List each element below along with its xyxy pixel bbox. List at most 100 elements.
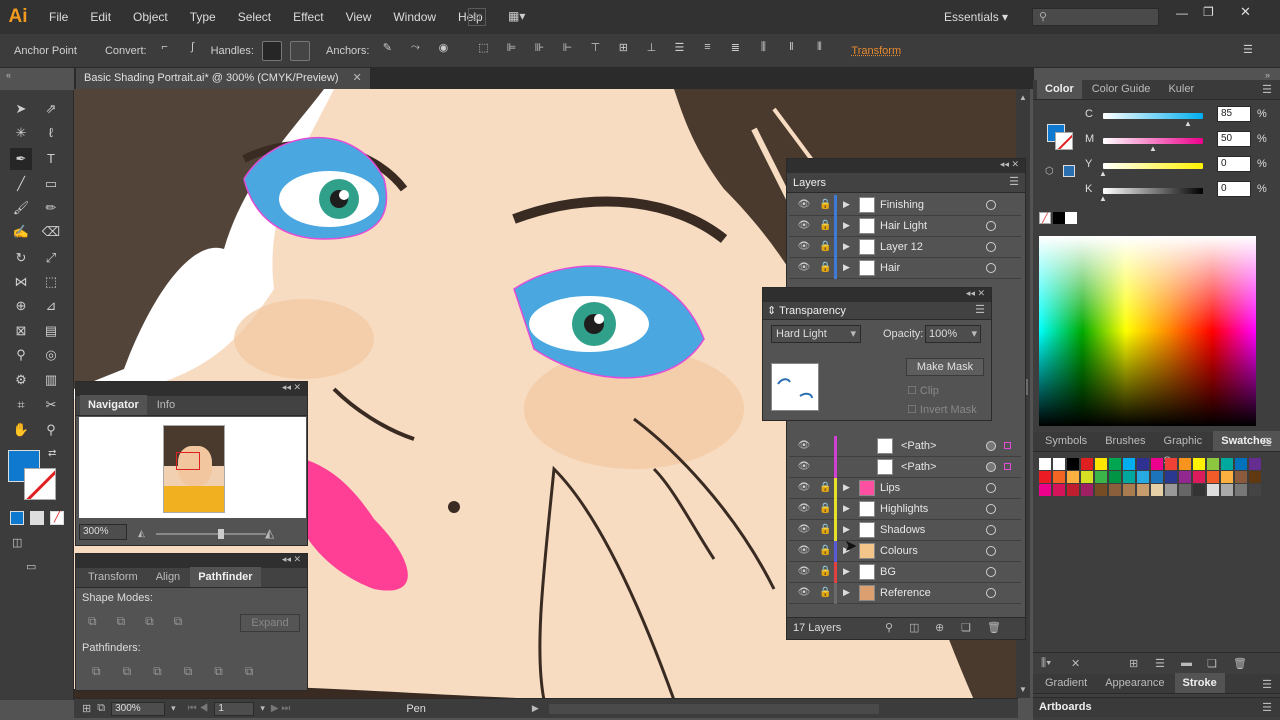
pathfinder-buttons[interactable]: ⧉⧉⧉⧉⧉⧉ [92, 664, 275, 679]
visibility-eye-icon[interactable]: 👁 [797, 240, 811, 254]
select-similar-icon[interactable]: ⬚ [473, 41, 493, 61]
layer-row[interactable]: 👁 🔒 ▶ Hair Light [789, 216, 1021, 237]
expand-layer-icon[interactable]: ▶ [843, 587, 850, 598]
close-window-button[interactable]: ✕ [1240, 4, 1251, 20]
swatch-kind-icon[interactable]: ✕ [1071, 657, 1080, 670]
cut-path-icon[interactable]: ◉ [433, 41, 453, 61]
layer-row[interactable]: 👁 🔒 ▶ Hair [789, 258, 1021, 279]
swatch[interactable] [1039, 458, 1051, 470]
swatch[interactable] [1109, 484, 1121, 496]
swatch[interactable] [1165, 471, 1177, 483]
selection-tool-icon[interactable]: ➤ [10, 98, 32, 120]
swatch[interactable] [1123, 484, 1135, 496]
visibility-eye-icon[interactable]: 👁 [797, 219, 811, 233]
artboards-menu-icon[interactable]: ☰ [1262, 701, 1272, 714]
direct-selection-tool-icon[interactable]: ⇗ [40, 98, 62, 120]
color-group-icon[interactable]: ☰ [1155, 657, 1165, 670]
layer-row[interactable]: 👁 🔒 ▶ Shadows [789, 520, 1021, 541]
canvas-horizontal-scrollbar[interactable] [548, 703, 879, 714]
align-hcenter-icon[interactable]: ⊪ [529, 41, 549, 61]
black-color-icon[interactable] [1053, 212, 1065, 224]
screen-mode-icon[interactable]: ▭ [26, 560, 36, 573]
clip-checkbox[interactable]: ☐ Clip [907, 384, 939, 397]
distribute-top-icon[interactable]: ☰ [669, 41, 689, 61]
swatch[interactable] [1039, 484, 1051, 496]
convert-smooth-icon[interactable]: ∫ [183, 41, 203, 61]
expand-layer-icon[interactable]: ▶ [843, 220, 850, 231]
blob-brush-tool-icon[interactable]: ✍ [10, 221, 32, 243]
hand-tool-icon[interactable]: ✋ [10, 419, 32, 441]
artboard-number-field[interactable]: 1 [214, 701, 255, 716]
expand-button[interactable]: Expand [240, 614, 300, 632]
menu-item-object[interactable]: Object [122, 0, 179, 34]
swatch[interactable] [1193, 471, 1205, 483]
transparency-menu-icon[interactable]: ☰ [975, 303, 985, 316]
swatch[interactable] [1207, 458, 1219, 470]
layer-target-icon[interactable] [986, 525, 996, 535]
menu-item-window[interactable]: Window [382, 0, 447, 34]
swatch[interactable] [1207, 484, 1219, 496]
stroke-swatch[interactable] [24, 468, 56, 500]
layer-target-icon[interactable] [986, 221, 996, 231]
menu-item-view[interactable]: View [335, 0, 383, 34]
swatch[interactable] [1207, 471, 1219, 483]
visibility-eye-icon[interactable]: 👁 [797, 261, 811, 275]
expand-layer-icon[interactable]: ▶ [843, 482, 850, 493]
swatch-libraries-icon[interactable]: ⫼▾ [1041, 657, 1051, 670]
selected-art-indicator[interactable] [1004, 463, 1011, 470]
navigator-tab-navigator[interactable]: Navigator [80, 395, 147, 415]
pathfinder-tab-transform[interactable]: Transform [80, 567, 146, 587]
visibility-eye-icon[interactable]: 👁 [797, 586, 811, 600]
color-panel-menu-icon[interactable]: ☰ [1262, 83, 1272, 96]
mesh-tool-icon[interactable]: ⊠ [10, 320, 32, 342]
layer-row[interactable]: 👁 🔒 ▶ Finishing [789, 195, 1021, 216]
out-of-gamut-icon[interactable]: ⬡ [1045, 166, 1054, 177]
paintbrush-tool-icon[interactable]: 🖌 [10, 197, 32, 219]
swatch[interactable] [1081, 471, 1093, 483]
zoom-out-icon[interactable]: ◭ [138, 528, 145, 539]
bottom-tab-appearance[interactable]: Appearance [1097, 673, 1172, 693]
none-color-icon[interactable]: ╱ [1039, 212, 1051, 224]
swatch[interactable] [1137, 484, 1149, 496]
layer-target-icon[interactable] [986, 546, 996, 556]
distribute-right-icon[interactable]: ⦀ [809, 41, 829, 61]
width-tool-icon[interactable]: ⋈ [10, 271, 32, 293]
swatch[interactable] [1053, 484, 1065, 496]
swatch[interactable] [1235, 458, 1247, 470]
opacity-field[interactable]: 100% ▾ [925, 325, 981, 343]
new-swatch-icon[interactable]: ❏ [1207, 657, 1217, 670]
zoom-tool-icon[interactable]: ⚲ [40, 419, 62, 441]
gradient-tool-icon[interactable]: ▤ [40, 320, 62, 342]
layer-row[interactable]: 👁 🔒 ▶ BG [789, 562, 1021, 583]
artboard-tool-icon[interactable]: ⌗ [10, 394, 32, 416]
channel-thumb[interactable]: ▲ [1099, 194, 1107, 203]
perspective-grid-tool-icon[interactable]: ⊿ [40, 295, 62, 317]
new-sublayer-icon[interactable]: ⊕ [935, 621, 944, 634]
layer-row[interactable]: 👁 🔒 ▶ Layer 12 [789, 237, 1021, 258]
menu-item-edit[interactable]: Edit [79, 0, 122, 34]
control-menu-icon[interactable]: ☰ [1243, 43, 1253, 56]
navigator-preview[interactable] [79, 417, 306, 518]
channel-track[interactable] [1103, 188, 1203, 194]
workspace-switcher[interactable]: Essentials ▾ [944, 10, 1008, 24]
swatch[interactable] [1095, 484, 1107, 496]
bottom-tab-gradient[interactable]: Gradient [1037, 673, 1095, 693]
swatch[interactable] [1053, 471, 1065, 483]
lock-icon[interactable]: 🔒 [819, 198, 831, 212]
align-top-icon[interactable]: ⊤ [585, 41, 605, 61]
swatches-tab-symbols[interactable]: Symbols [1037, 431, 1095, 451]
pencil-tool-icon[interactable]: ✏ [40, 197, 62, 219]
distribute-hcenter-icon[interactable]: ‖ [781, 41, 801, 61]
layer-row[interactable]: 👁 🔒 ▶ Lips [789, 478, 1021, 499]
swatch[interactable] [1221, 484, 1233, 496]
channel-value-field[interactable]: 85 [1217, 106, 1251, 122]
locate-object-icon[interactable]: ⚲ [885, 621, 893, 634]
expand-layer-icon[interactable]: ▶ [843, 199, 850, 210]
swatch[interactable] [1165, 458, 1177, 470]
expand-layer-icon[interactable]: ▶ [843, 241, 850, 252]
line-tool-icon[interactable]: ╱ [10, 173, 32, 195]
expand-layer-icon[interactable]: ▶ [843, 503, 850, 514]
swatch[interactable] [1067, 458, 1079, 470]
channel-value-field[interactable]: 0 [1217, 181, 1251, 197]
distribute-left-icon[interactable]: ⫼ [753, 41, 773, 61]
